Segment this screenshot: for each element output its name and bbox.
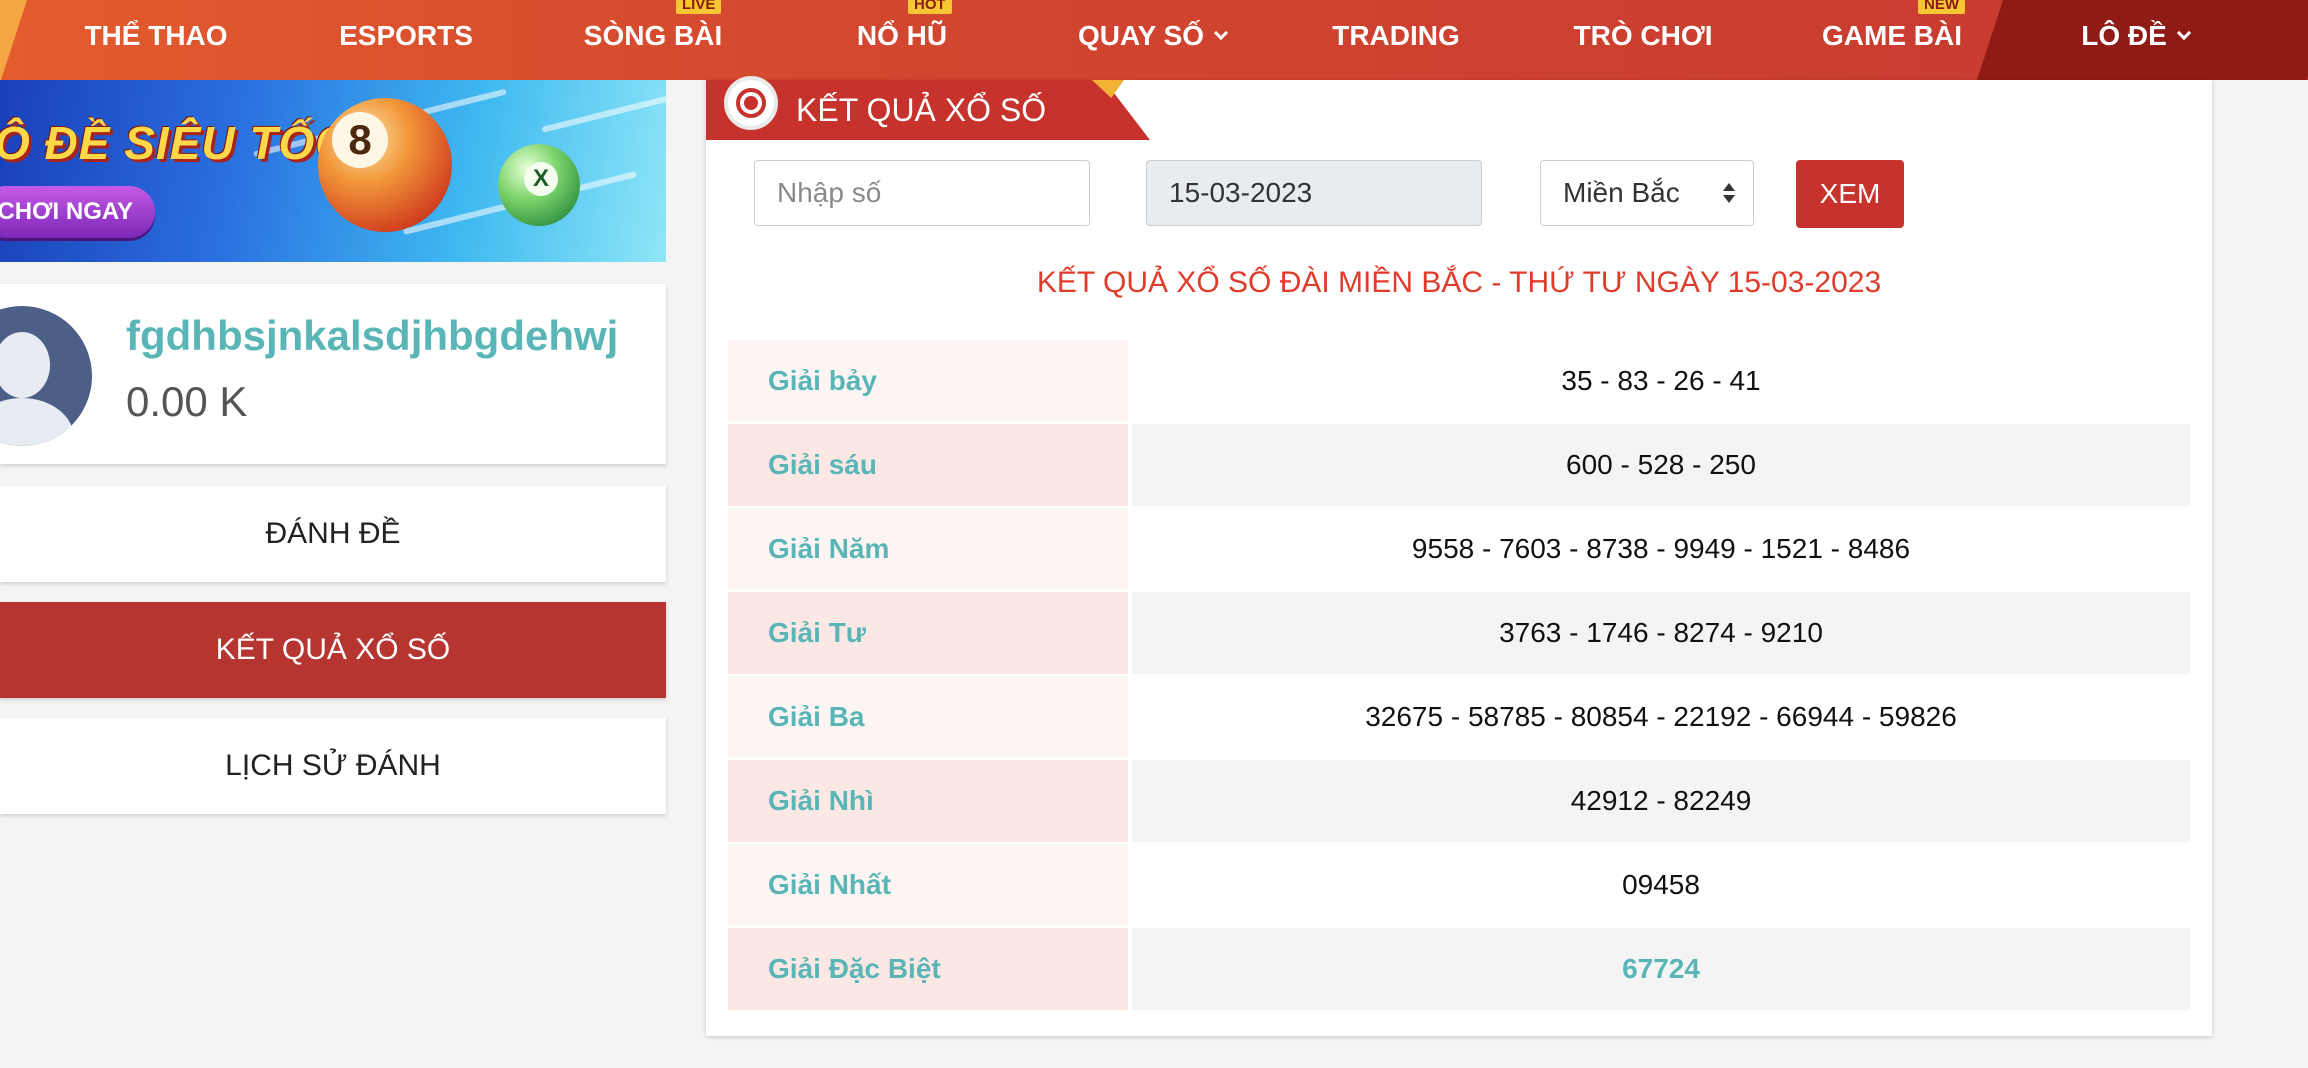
nav-item-trading[interactable]: TRADING — [1332, 0, 1460, 72]
prize-label: Giải Tư — [728, 592, 1128, 674]
lich-su-danh-button[interactable]: LỊCH SỬ ĐÁNH — [0, 718, 666, 814]
chevron-down-icon — [2176, 25, 2191, 41]
nav-item-label: NỔ HŨ — [856, 20, 948, 51]
play-now-button[interactable]: CHƠI NGAY — [0, 186, 155, 238]
live-badge: LIVE — [676, 0, 722, 14]
prize-numbers: 32675 - 58785 - 80854 - 22192 - 66944 - … — [1132, 676, 2190, 758]
table-row: Giải Đặc Biệt 67724 — [728, 928, 2190, 1012]
prize-numbers: 42912 - 82249 — [1132, 760, 2190, 842]
select-arrows-icon — [1723, 183, 1735, 205]
nav-item-label: SÒNG BÀI — [583, 20, 723, 51]
table-row: Giải Năm 9558 - 7603 - 8738 - 9949 - 152… — [728, 508, 2190, 592]
prize-label: Giải Nhất — [728, 844, 1128, 926]
lottery-icon — [724, 76, 778, 130]
number-input[interactable]: Nhập số — [754, 160, 1090, 226]
nav-item-label: THỂ THAO — [84, 20, 228, 51]
ball-number: X — [524, 162, 558, 196]
number-input-placeholder: Nhập số — [777, 177, 882, 208]
prize-label: Giải Đặc Biệt — [728, 928, 1128, 1010]
nav-item-quay-so[interactable]: QUAY SỐ — [1072, 0, 1232, 72]
user-card: fgdhbsjnkalsdjhbgdehwj 0.00 K — [0, 284, 666, 464]
nav-item-label: LÔ ĐỀ — [2081, 20, 2167, 51]
nav-item-lo-de[interactable]: LÔ ĐỀ — [2000, 0, 2270, 72]
prize-label: Giải bảy — [728, 340, 1128, 422]
hot-badge: HOT — [908, 0, 952, 14]
chevron-down-icon — [1213, 25, 1229, 41]
banner-streak — [541, 93, 666, 133]
view-results-label: XEM — [1819, 178, 1881, 209]
prize-label: Giải Ba — [728, 676, 1128, 758]
nav-left-accent — [0, 0, 27, 80]
special-prize-numbers: 67724 — [1132, 928, 2190, 1010]
avatar-head — [0, 332, 50, 398]
results-table: Giải bảy 35 - 83 - 26 - 41 Giải sáu 600 … — [728, 340, 2190, 1012]
date-value: 15-03-2023 — [1169, 177, 1313, 208]
table-row: Giải sáu 600 - 528 - 250 — [728, 424, 2190, 508]
side-menu-label: LỊCH SỬ ĐÁNH — [225, 749, 441, 782]
side-menu-label: ĐÁNH ĐỀ — [265, 517, 401, 550]
prize-numbers: 09458 — [1132, 844, 2190, 926]
banner-title: Ô ĐỀ SIÊU TỐC — [0, 117, 350, 169]
prize-numbers: 35 - 83 - 26 - 41 — [1132, 340, 2190, 422]
side-menu-label: KẾT QUẢ XỔ SỐ — [215, 633, 451, 666]
nav-item-label: TRADING — [1332, 20, 1460, 51]
top-nav: THỂ THAO ESPORTS LIVE SÒNG BÀI HOT NỔ HŨ… — [0, 0, 2308, 80]
prize-label: Giải Năm — [728, 508, 1128, 590]
panel-header-tab: KẾT QUẢ XỔ SỐ — [706, 76, 1150, 140]
table-row: Giải Nhất 09458 — [728, 844, 2190, 928]
date-field[interactable]: 15-03-2023 — [1146, 160, 1482, 226]
nav-item-label: TRÒ CHƠI — [1573, 20, 1713, 51]
danh-de-button[interactable]: ĐÁNH ĐỀ — [0, 486, 666, 582]
region-select[interactable]: Miền Bắc — [1540, 160, 1754, 226]
promo-banner[interactable]: Ô ĐỀ SIÊU TỐC CHƠI NGAY 8 X — [0, 80, 666, 262]
table-row: Giải Ba 32675 - 58785 - 80854 - 22192 - … — [728, 676, 2190, 760]
prize-numbers: 9558 - 7603 - 8738 - 9949 - 1521 - 8486 — [1132, 508, 2190, 590]
lottery-ball-icon: X — [498, 144, 580, 226]
table-row: Giải Tư 3763 - 1746 - 8274 - 9210 — [728, 592, 2190, 676]
nav-item-label: GAME BÀI — [1822, 20, 1962, 51]
nav-item-label: ESPORTS — [339, 20, 473, 51]
nav-item-esports[interactable]: ESPORTS — [336, 0, 476, 72]
nav-item-label: QUAY SỐ — [1077, 20, 1205, 51]
nav-item-tro-choi[interactable]: TRÒ CHƠI — [1573, 0, 1713, 72]
table-row: Giải Nhì 42912 - 82249 — [728, 760, 2190, 844]
view-results-button[interactable]: XEM — [1796, 160, 1904, 228]
prize-numbers: 3763 - 1746 - 8274 - 9210 — [1132, 592, 2190, 674]
table-row: Giải bảy 35 - 83 - 26 - 41 — [728, 340, 2190, 424]
prize-numbers: 600 - 528 - 250 — [1132, 424, 2190, 506]
ket-qua-xo-so-button[interactable]: KẾT QUẢ XỔ SỐ — [0, 602, 666, 698]
ball-number: 8 — [332, 112, 388, 168]
nav-item-no-hu[interactable]: HOT NỔ HŨ — [852, 0, 952, 72]
result-heading: KẾT QUẢ XỔ SỐ ĐÀI MIỀN BẮC - THỨ TƯ NGÀY… — [1036, 266, 1882, 299]
new-badge: NEW — [1918, 0, 1965, 14]
nav-item-song-bai[interactable]: LIVE SÒNG BÀI — [580, 0, 726, 72]
username: fgdhbsjnkalsdjhbgdehwj — [126, 312, 619, 359]
panel-title: KẾT QUẢ XỔ SỐ — [796, 91, 1047, 128]
nav-item-the-thao[interactable]: THỂ THAO — [80, 0, 232, 72]
nav-item-game-bai[interactable]: NEW GAME BÀI — [1822, 0, 1965, 72]
prize-label: Giải sáu — [728, 424, 1128, 506]
lottery-ball-icon: 8 — [318, 98, 452, 232]
balance: 0.00 K — [126, 378, 248, 425]
avatar — [0, 306, 92, 446]
avatar-body — [0, 398, 74, 446]
prize-label: Giải Nhì — [728, 760, 1128, 842]
region-value: Miền Bắc — [1563, 177, 1680, 208]
